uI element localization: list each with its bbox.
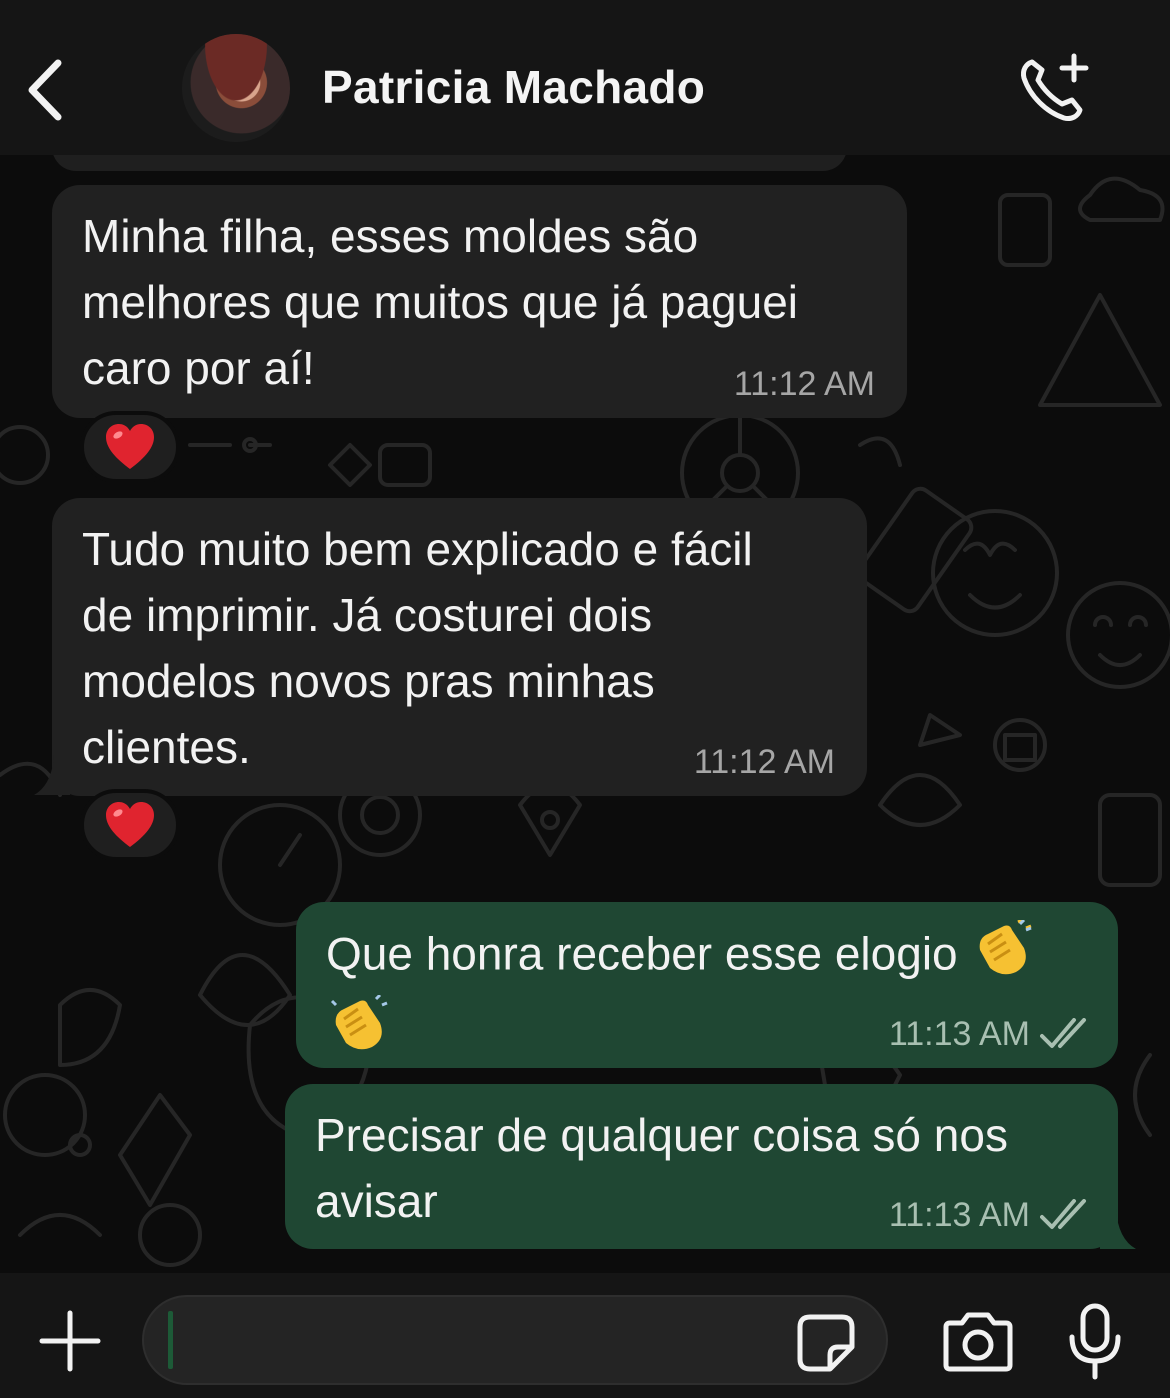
chevron-left-icon (28, 59, 62, 121)
contact-name[interactable]: Patricia Machado (322, 60, 705, 114)
camera-button[interactable] (940, 1311, 1016, 1373)
message-text-line: Precisar de qualquer coisa só nos (315, 1109, 1008, 1161)
bubble-tail (1100, 1209, 1136, 1249)
message-text-line: Minha filha, esses moldes são (82, 210, 699, 262)
back-button[interactable] (22, 55, 72, 125)
message-text-line: de imprimir. Já costurei dois (82, 589, 653, 641)
sticker-button[interactable] (796, 1313, 856, 1373)
attach-button[interactable] (38, 1309, 102, 1373)
bubble-tail (34, 755, 70, 795)
clapping-hands-emoji (970, 918, 1032, 995)
incoming-message[interactable]: Minha filha, esses moldes são melhores q… (52, 185, 907, 418)
message-time: 11:13 AM (888, 1015, 1030, 1053)
plus-icon (39, 1310, 101, 1372)
read-receipt-icon (1040, 1018, 1086, 1048)
avatar[interactable] (182, 34, 290, 142)
message-time: 11:12 AM (693, 743, 835, 781)
phone-plus-icon (1021, 53, 1089, 121)
message-time: 11:13 AM (888, 1196, 1030, 1234)
outgoing-message[interactable]: Precisar de qualquer coisa só nos avisar… (285, 1084, 1118, 1249)
text-cursor (168, 1311, 173, 1369)
composer-bar (0, 1273, 1170, 1398)
chat-area[interactable]: Minha filha, esses moldes são melhores q… (0, 155, 1170, 1273)
reaction-badge[interactable] (80, 789, 180, 861)
microphone-button[interactable] (1066, 1303, 1124, 1381)
camera-icon (943, 1312, 1013, 1372)
heart-icon (106, 802, 154, 847)
message-text-line: Tudo muito bem explicado e fácil (82, 523, 753, 575)
message-input[interactable] (142, 1295, 888, 1385)
message-time: 11:12 AM (733, 365, 875, 403)
incoming-message[interactable]: Tudo muito bem explicado e fácil de impr… (52, 498, 867, 796)
clapping-hands-emoji (326, 993, 388, 1070)
reaction-badge[interactable] (80, 411, 180, 483)
message-text-line: melhores que muitos que já paguei (82, 276, 799, 328)
heart-icon (106, 424, 154, 469)
message-text-line: modelos novos pras minhas (82, 655, 655, 707)
outgoing-message[interactable]: Que honra receber esse elogio 11:13 AM (296, 902, 1118, 1068)
sticker-icon (797, 1314, 855, 1372)
message-text: Que honra receber esse elogio (326, 927, 958, 980)
microphone-icon (1069, 1303, 1121, 1380)
chat-header: Patricia Machado (0, 0, 1170, 155)
read-receipt-icon (1040, 1199, 1086, 1229)
previous-message-edge (52, 155, 847, 171)
add-call-button[interactable] (1018, 52, 1092, 126)
